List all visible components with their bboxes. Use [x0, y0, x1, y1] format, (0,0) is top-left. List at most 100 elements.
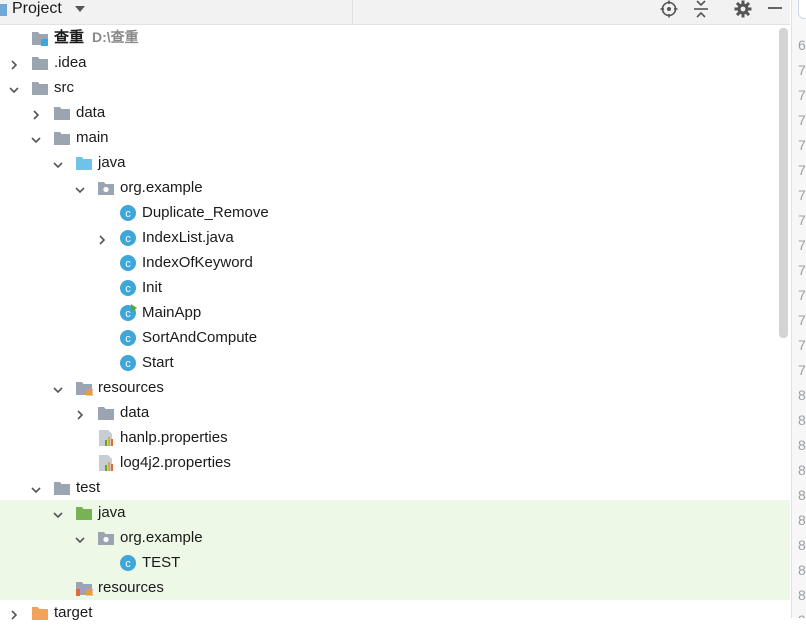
editor-tab-edge[interactable]	[798, 0, 806, 19]
tree-row[interactable]: data	[0, 400, 790, 425]
svg-text:c: c	[125, 233, 131, 245]
tree-item-label: java	[98, 154, 126, 171]
class-icon: c	[119, 329, 137, 347]
tree-row[interactable]: c TEST	[0, 550, 790, 575]
tree-item-label: TEST	[142, 554, 181, 571]
chevron-down-icon[interactable]	[75, 182, 85, 194]
svg-text:c: c	[125, 333, 131, 345]
editor-line-numbers: 6 7 7 7 7 7 7 7 7 7 7 7 7 7 8 8 8 8 8 8 8 8 8 9	[791, 0, 806, 618]
tree-row[interactable]: hanlp.properties	[0, 425, 790, 450]
svg-text:c: c	[125, 358, 131, 370]
package-icon	[97, 179, 115, 197]
tree-row[interactable]: c IndexList.java	[0, 225, 790, 250]
line-number: 7	[798, 137, 806, 153]
chevron-down-icon[interactable]	[75, 532, 85, 544]
chevron-down-icon[interactable]	[53, 507, 63, 519]
project-view-title[interactable]: Project	[12, 0, 62, 18]
chevron-down-icon[interactable]	[75, 6, 85, 12]
tree-row[interactable]: java	[0, 150, 790, 175]
project-tree: 查重 D:\查重 .idea src data main java org.example c D…	[0, 25, 790, 621]
folder-gray-icon	[31, 54, 49, 72]
collapse-all-icon[interactable]	[690, 0, 712, 18]
line-number: 8	[798, 437, 806, 453]
settings-icon[interactable]	[732, 0, 754, 18]
tree-row[interactable]: c SortAndCompute	[0, 325, 790, 350]
tree-row[interactable]: java	[0, 500, 790, 525]
tree-item-label: SortAndCompute	[142, 329, 258, 346]
chevron-right-icon[interactable]	[31, 107, 41, 120]
properties-icon	[97, 454, 115, 472]
chevron-down-icon[interactable]	[53, 382, 63, 394]
tree-row[interactable]: c Duplicate_Remove	[0, 200, 790, 225]
folder-gray-icon	[53, 129, 71, 147]
line-number: 8	[798, 487, 806, 503]
line-number: 7	[798, 337, 806, 353]
module-path: D:\查重	[92, 29, 139, 45]
folder-green-icon	[75, 504, 93, 522]
tree-row[interactable]: log4j2.properties	[0, 450, 790, 475]
folder-gray-icon	[53, 104, 71, 122]
tree-row[interactable]: org.example	[0, 525, 790, 550]
tree-row[interactable]: .idea	[0, 50, 790, 75]
tree-row[interactable]: resources	[0, 375, 790, 400]
tree-item-label: MainApp	[142, 304, 202, 321]
tree-row[interactable]: src	[0, 75, 790, 100]
chevron-right-icon[interactable]	[75, 407, 85, 420]
tree-item-label: java	[98, 504, 126, 521]
folder-resources-icon	[75, 379, 93, 397]
tree-item-label: .idea	[54, 54, 87, 71]
module-icon	[31, 29, 49, 47]
tree-row[interactable]: org.example	[0, 175, 790, 200]
tree-row[interactable]: c MainApp	[0, 300, 790, 325]
chevron-down-icon[interactable]	[9, 82, 19, 94]
class-icon: c	[119, 554, 137, 572]
class-run-icon: c	[119, 304, 137, 322]
tree-item-label: org.example	[120, 529, 203, 546]
line-number: 8	[798, 387, 806, 403]
chevron-down-icon[interactable]	[31, 132, 41, 144]
minimize-icon[interactable]	[764, 0, 786, 18]
tree-row[interactable]: c Init	[0, 275, 790, 300]
chevron-down-icon[interactable]	[31, 482, 41, 494]
line-number: 9	[798, 608, 806, 618]
folder-gray-icon	[31, 79, 49, 97]
vertical-scrollbar[interactable]	[779, 28, 788, 338]
svg-text:c: c	[125, 558, 131, 570]
tree-row[interactable]: target	[0, 600, 790, 625]
class-icon: c	[119, 254, 137, 272]
tree-item-label: IndexList.java	[142, 229, 234, 246]
class-icon: c	[119, 204, 137, 222]
tree-item-label: main	[76, 129, 109, 146]
tree-item-label: 查重 D:\查重	[54, 29, 139, 46]
tree-row[interactable]: test	[0, 475, 790, 500]
tree-row[interactable]: 查重 D:\查重	[0, 25, 790, 50]
line-number: 7	[798, 312, 806, 328]
line-number: 7	[798, 212, 806, 228]
chevron-right-icon[interactable]	[97, 232, 107, 245]
tree-item-label: org.example	[120, 179, 203, 196]
line-number: 6	[798, 37, 806, 53]
line-number: 7	[798, 362, 806, 378]
tree-row[interactable]: data	[0, 100, 790, 125]
chevron-right-icon[interactable]	[9, 607, 19, 620]
svg-text:c: c	[125, 208, 131, 220]
svg-text:c: c	[125, 258, 131, 270]
tree-item-label: resources	[98, 579, 164, 596]
line-number: 7	[798, 262, 806, 278]
class-icon: c	[119, 229, 137, 247]
tree-item-label: Duplicate_Remove	[142, 204, 269, 221]
package-icon	[97, 529, 115, 547]
class-icon: c	[119, 354, 137, 372]
locate-icon[interactable]	[658, 0, 680, 18]
chevron-right-icon[interactable]	[9, 57, 19, 70]
tree-row[interactable]: c IndexOfKeyword	[0, 250, 790, 275]
tree-row[interactable]: c Start	[0, 350, 790, 375]
line-number: 7	[798, 62, 806, 78]
tree-row[interactable]: main	[0, 125, 790, 150]
tree-row[interactable]: resources	[0, 575, 790, 600]
tree-item-label: log4j2.properties	[120, 454, 231, 471]
svg-text:c: c	[125, 283, 131, 295]
tree-item-label: data	[120, 404, 150, 421]
folder-orange-icon	[31, 604, 49, 622]
chevron-down-icon[interactable]	[53, 157, 63, 169]
